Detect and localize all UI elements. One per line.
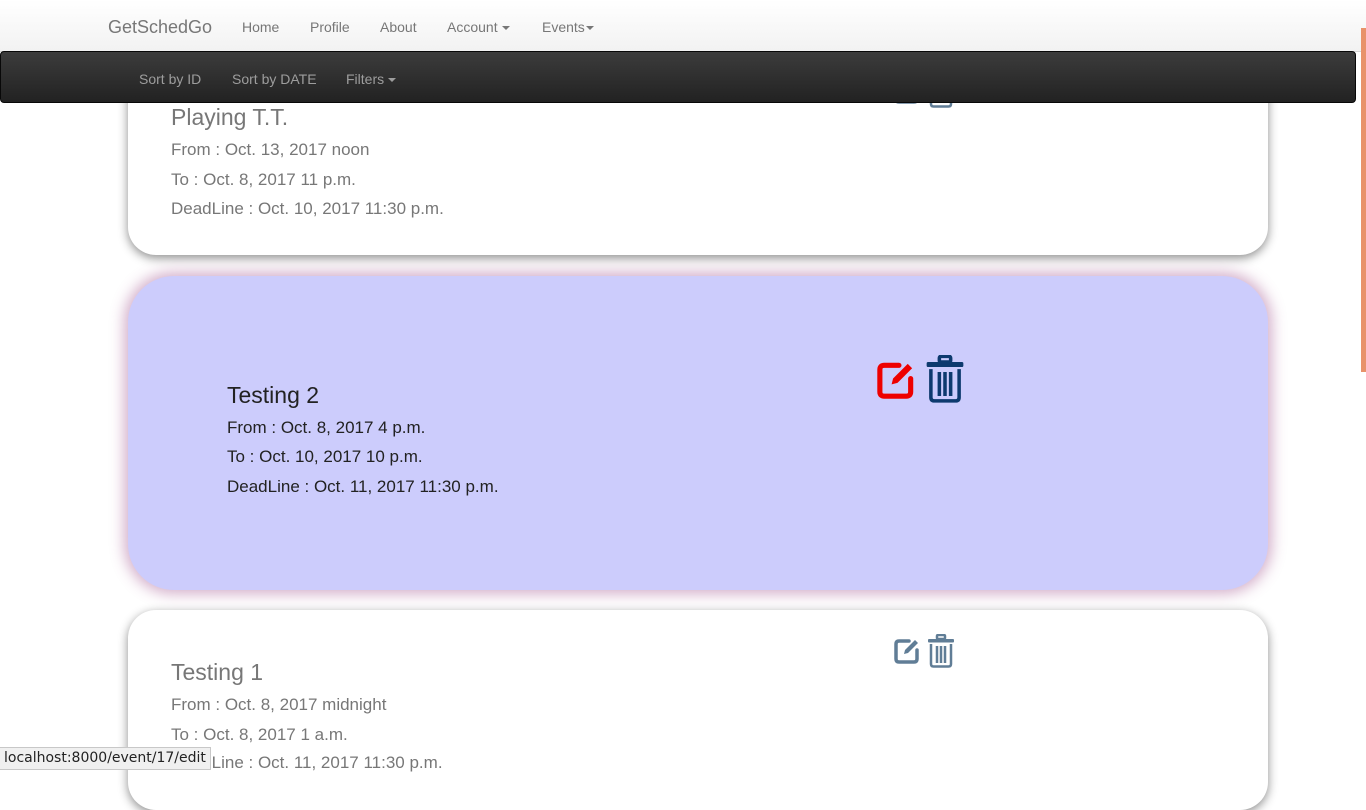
- filters-label: Filters: [346, 71, 385, 87]
- nav-events-label: Events: [542, 19, 585, 35]
- sort-by-date-link[interactable]: Sort by DATE: [232, 71, 317, 87]
- edit-icon[interactable]: [892, 636, 922, 666]
- event-deadline: DeadLine : Oct. 11, 2017 11:30 p.m.: [171, 753, 443, 772]
- event-card: Testing 1 From : Oct. 8, 2017 midnight T…: [128, 610, 1268, 810]
- event-from: From : Oct. 8, 2017 midnight: [171, 695, 387, 714]
- trash-icon[interactable]: [927, 634, 955, 668]
- nav-events-dropdown[interactable]: Events: [542, 19, 594, 35]
- scrollbar-thumb[interactable]: [1361, 28, 1366, 372]
- event-card-active: Testing 2 From : Oct. 8, 2017 4 p.m. To …: [128, 276, 1268, 590]
- event-to: To : Oct. 8, 2017 1 a.m.: [171, 725, 348, 744]
- nav-profile[interactable]: Profile: [310, 19, 350, 35]
- nav-home[interactable]: Home: [242, 19, 279, 35]
- sort-filter-navbar: Sort by ID Sort by DATE Filters: [0, 51, 1356, 103]
- trash-icon[interactable]: [925, 355, 965, 403]
- edit-icon[interactable]: [874, 358, 918, 402]
- nav-about[interactable]: About: [380, 19, 417, 35]
- sort-by-id-link[interactable]: Sort by ID: [139, 71, 201, 87]
- filters-dropdown[interactable]: Filters: [346, 71, 397, 87]
- event-from: From : Oct. 8, 2017 4 p.m.: [227, 418, 426, 437]
- caret-down-icon: [501, 26, 510, 31]
- top-navbar: GetSchedGo Home Profile About Account Ev…: [0, 0, 1366, 52]
- link-preview-statusbar: localhost:8000/event/17/edit: [0, 747, 211, 770]
- event-to: To : Oct. 8, 2017 11 p.m.: [171, 170, 356, 189]
- event-title: Testing 1: [171, 659, 264, 685]
- caret-down-icon: [388, 78, 397, 83]
- caret-down-icon: [585, 26, 594, 31]
- event-deadline: DeadLine : Oct. 10, 2017 11:30 p.m.: [171, 199, 444, 218]
- nav-account-label: Account: [447, 19, 498, 35]
- event-from: From : Oct. 13, 2017 noon: [171, 140, 370, 159]
- brand-link[interactable]: GetSchedGo: [108, 17, 212, 38]
- event-deadline: DeadLine : Oct. 11, 2017 11:30 p.m.: [227, 477, 499, 496]
- event-title: Playing T.T.: [171, 104, 289, 130]
- event-to: To : Oct. 10, 2017 10 p.m.: [227, 447, 423, 466]
- nav-account-dropdown[interactable]: Account: [447, 19, 510, 35]
- event-title: Testing 2: [227, 382, 320, 408]
